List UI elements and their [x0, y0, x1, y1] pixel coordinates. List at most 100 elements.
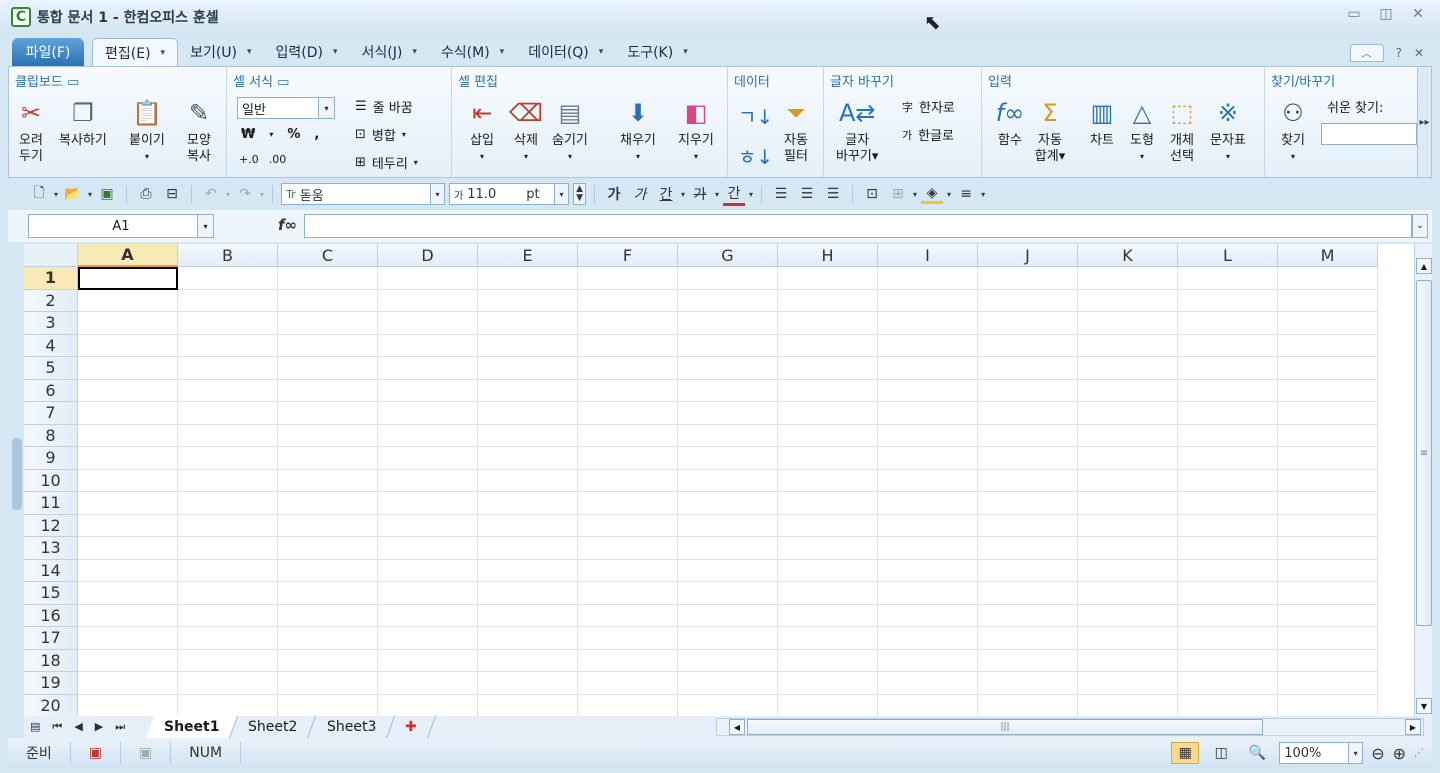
grid-cell[interactable]	[978, 649, 1078, 672]
grid-cell[interactable]	[178, 559, 278, 582]
grid-cell[interactable]	[378, 312, 478, 335]
grid-cell[interactable]	[1278, 514, 1378, 537]
grid-cell[interactable]	[1078, 312, 1178, 335]
easy-find-input[interactable]	[1321, 123, 1417, 145]
scroll-right-icon[interactable]: ▶	[1405, 719, 1421, 735]
grid-cell[interactable]	[878, 469, 978, 492]
grid-cell[interactable]	[578, 334, 678, 357]
grid-cell[interactable]	[1078, 627, 1178, 650]
grid-cell[interactable]	[478, 379, 578, 402]
grid-cell[interactable]	[178, 267, 278, 290]
grid-cell[interactable]	[1178, 514, 1278, 537]
grid-cell[interactable]	[678, 537, 778, 560]
grid-cell[interactable]	[878, 402, 978, 425]
grid-cell[interactable]	[778, 289, 878, 312]
grid-cell[interactable]	[578, 694, 678, 716]
grid-cell[interactable]	[178, 447, 278, 470]
grid-cell[interactable]	[478, 267, 578, 290]
undo-icon[interactable]: ↶	[200, 186, 222, 202]
save-icon[interactable]: ▣	[96, 186, 118, 202]
select-object-button[interactable]: ⬚ 개체 선택	[1166, 97, 1198, 165]
chevron-down-icon[interactable]: ▾	[981, 190, 985, 199]
chevron-down-icon[interactable]: ▾	[681, 190, 685, 199]
grid-cell[interactable]	[878, 627, 978, 650]
wrap-text-button[interactable]: ☰ 줄 바꿈	[355, 97, 413, 116]
grid-cell[interactable]	[278, 672, 378, 695]
grid-cell[interactable]	[1078, 604, 1178, 627]
grid-cell[interactable]	[178, 537, 278, 560]
font-size-select[interactable]: 가 11.0 pt ▾	[449, 183, 570, 205]
grid-cell[interactable]	[578, 604, 678, 627]
grid-cell[interactable]	[978, 447, 1078, 470]
next-sheet-icon[interactable]: ▶	[95, 720, 103, 734]
grid-cell[interactable]	[1078, 672, 1178, 695]
tab-formula[interactable]: 수식(M) ▾	[429, 38, 516, 66]
grid-cell[interactable]	[778, 424, 878, 447]
grid-cell[interactable]	[78, 649, 178, 672]
grid-cell[interactable]	[878, 514, 978, 537]
grid-cell[interactable]	[778, 559, 878, 582]
merge-center-icon[interactable]: ⊡	[861, 186, 883, 202]
grid-cell[interactable]	[878, 672, 978, 695]
grid-cell[interactable]	[378, 492, 478, 515]
grid-cell[interactable]	[1178, 582, 1278, 605]
grid-cell[interactable]	[1178, 424, 1278, 447]
grid-cell[interactable]	[878, 492, 978, 515]
grid-cell[interactable]	[778, 357, 878, 380]
grid-cell[interactable]	[1278, 289, 1378, 312]
grid-cell[interactable]	[578, 289, 678, 312]
grid-cell[interactable]	[378, 672, 478, 695]
grid-cell[interactable]	[878, 582, 978, 605]
help-icon[interactable]: ?	[1396, 46, 1402, 60]
grid-cell[interactable]	[678, 267, 778, 290]
sheet-tab[interactable]: Sheet2	[230, 716, 317, 738]
grid-cell[interactable]	[278, 559, 378, 582]
new-document-icon[interactable]: 🗋	[28, 182, 50, 206]
grid-cell[interactable]	[1278, 559, 1378, 582]
grid-cell[interactable]	[478, 312, 578, 335]
clear-button[interactable]: ◧ 지우기 ▾	[678, 97, 714, 165]
formula-input[interactable]	[304, 214, 1412, 238]
zoom-out-icon[interactable]: ⊖	[1371, 744, 1384, 763]
grid-cell[interactable]	[978, 514, 1078, 537]
delete-cells-button[interactable]: ⌫ 삭제 ▾	[509, 97, 543, 165]
grid-cell[interactable]	[778, 604, 878, 627]
sheet-protect-icon[interactable]: ▣	[121, 742, 172, 764]
grid-cell[interactable]	[578, 447, 678, 470]
grid-cell[interactable]	[1078, 694, 1178, 716]
grid-cell[interactable]	[378, 694, 478, 716]
grid-cell[interactable]	[1078, 559, 1178, 582]
grid-cell[interactable]	[778, 514, 878, 537]
grid-cell[interactable]	[78, 469, 178, 492]
function-button[interactable]: f∞ 함수	[994, 97, 1026, 149]
chevron-down-icon[interactable]: ▾	[269, 130, 273, 139]
tab-view[interactable]: 보기(U) ▾	[178, 38, 263, 66]
grid-cell[interactable]	[178, 402, 278, 425]
grid-cell[interactable]	[678, 402, 778, 425]
grid-cell[interactable]	[778, 537, 878, 560]
column-header[interactable]: J	[978, 244, 1078, 267]
column-header[interactable]: H	[778, 244, 878, 267]
grid-cell[interactable]	[378, 379, 478, 402]
grid-cell[interactable]	[378, 582, 478, 605]
redo-icon[interactable]: ↷	[234, 186, 256, 202]
grid-cell[interactable]	[1278, 334, 1378, 357]
to-hanja-button[interactable]: 字 한자로	[902, 97, 955, 117]
autofilter-button[interactable]: ⏷ 자동 필터	[780, 97, 812, 165]
row-header[interactable]: 19	[24, 672, 78, 695]
vertical-scrollbar[interactable]: ▲ ≡ ▼	[1414, 244, 1432, 716]
format-painter-button[interactable]: ✎ 모양 복사	[183, 97, 215, 165]
decrease-decimal-icon[interactable]: .00	[269, 153, 287, 166]
macro-record-icon[interactable]: ▣	[71, 742, 121, 764]
tab-format[interactable]: 서식(J) ▾	[350, 38, 429, 66]
grid-cell[interactable]	[878, 334, 978, 357]
grid-cell[interactable]	[978, 312, 1078, 335]
grid-cell[interactable]	[78, 447, 178, 470]
grid-cell[interactable]	[778, 694, 878, 716]
grid-cell[interactable]	[1178, 267, 1278, 290]
italic-button[interactable]: 가	[629, 184, 651, 204]
row-header[interactable]: 15	[24, 582, 78, 605]
align-left-icon[interactable]: ☰	[770, 186, 792, 202]
grid-cell[interactable]	[1078, 357, 1178, 380]
column-header[interactable]: F	[578, 244, 678, 267]
